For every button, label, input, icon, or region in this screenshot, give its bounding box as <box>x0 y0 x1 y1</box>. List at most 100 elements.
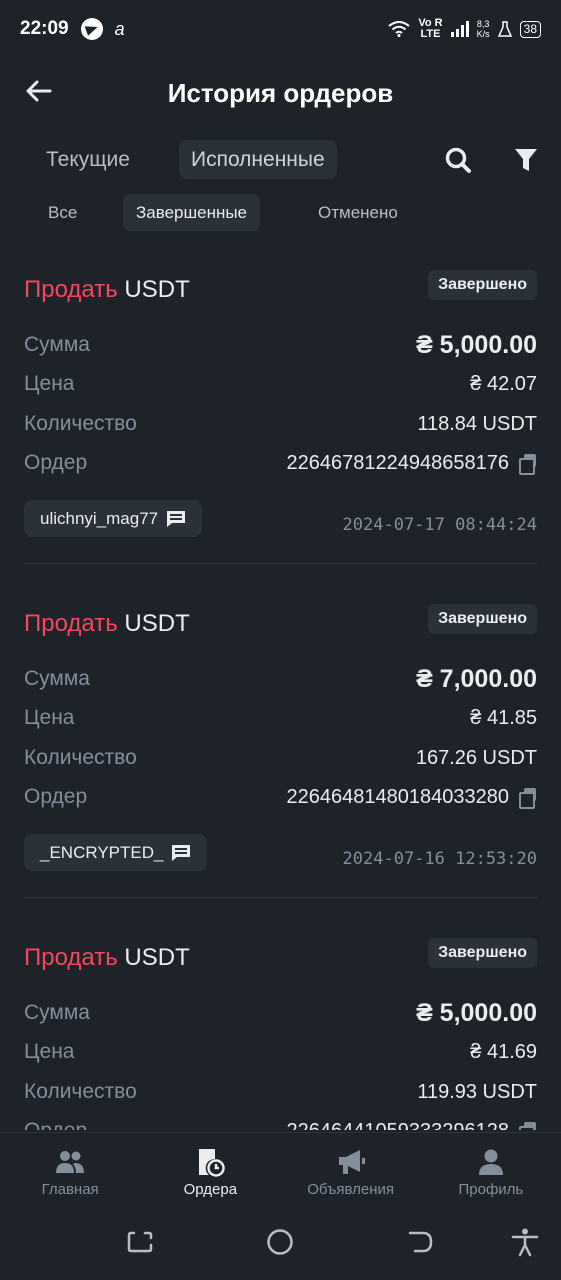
filter-button[interactable] <box>514 147 538 173</box>
price-row: Цена ₴ 41.69 <box>24 1037 537 1067</box>
back-button[interactable] <box>24 76 54 106</box>
status-time: 22:09 <box>20 18 69 39</box>
tab-current[interactable]: Текущие <box>34 140 142 179</box>
copy-icon[interactable] <box>519 454 537 475</box>
nav-label-orders: Ордера <box>183 1181 238 1198</box>
sum-value: ₴ 5,000.00 <box>416 998 537 1027</box>
counterparty-chip[interactable]: _ENCRYPTED_ <box>24 834 208 871</box>
price-row: Цена ₴ 41.85 <box>24 703 537 733</box>
status-badge: Завершено <box>428 604 537 634</box>
users-icon <box>56 1151 85 1173</box>
order-id-value: 22646481480184033280 <box>286 785 509 808</box>
price-value: ₴ 42.07 <box>470 372 537 395</box>
network-bottom: LTE <box>420 28 441 40</box>
sum-row: Сумма ₴ 5,000.00 <box>24 998 537 1028</box>
quantity-value: 119.93 USDT <box>417 1080 537 1103</box>
quantity-value: 118.84 USDT <box>417 412 537 435</box>
net-speed: 8,3 K/s <box>477 19 490 39</box>
counterparty-chip[interactable]: ulichnyi_mag77 <box>24 500 203 537</box>
back-nav-icon[interactable] <box>405 1227 435 1257</box>
nav-label-profile: Профиль <box>458 1181 524 1198</box>
order-id-row: Ордер 22646781224948658176 <box>24 448 537 478</box>
order-side-label: Продать <box>24 276 118 303</box>
order-timestamp: 2024-07-17 08:44:24 <box>342 515 537 535</box>
accessibility-icon[interactable] <box>510 1227 540 1257</box>
order-asset: USDT <box>124 610 190 637</box>
quantity-label: Количество <box>24 1080 137 1103</box>
price-label: Цена <box>24 372 75 395</box>
nav-item-profile[interactable]: Профиль <box>421 1133 561 1205</box>
network-type: Vo R LTE <box>418 18 442 40</box>
status-right: Vo R LTE 8,3 K/s 38 <box>388 18 541 40</box>
filter-icon <box>515 149 537 171</box>
sum-value: ₴ 5,000.00 <box>416 330 537 359</box>
tab-done[interactable]: Исполненные <box>179 140 337 179</box>
speed-value: 8,3 <box>476 19 490 29</box>
price-label: Цена <box>24 1040 75 1063</box>
subtab-all[interactable]: Все <box>35 194 90 231</box>
search-icon <box>445 147 471 173</box>
quantity-row: Количество 119.93 USDT <box>24 1077 537 1107</box>
quantity-label: Количество <box>24 746 137 769</box>
home-circle-icon[interactable] <box>265 1227 295 1257</box>
sum-label: Сумма <box>24 333 90 356</box>
status-bar: 22:09 a Vo R LTE 8,3 K/s 38 <box>0 0 561 58</box>
telegram-icon <box>80 18 103 40</box>
nav-label-ads: Объявления <box>307 1181 394 1198</box>
counterparty-name: ulichnyi_mag77 <box>40 508 159 528</box>
subtab-completed[interactable]: Завершенные <box>123 194 261 231</box>
order-id-label: Ордер <box>24 451 88 474</box>
order-asset: USDT <box>124 276 190 303</box>
sum-label: Сумма <box>24 1001 90 1024</box>
order-id-row: Ордер 22646481480184033280 <box>24 782 537 812</box>
megaphone-icon <box>338 1150 365 1174</box>
profile-icon <box>478 1149 503 1175</box>
quantity-row: Количество 167.26 USDT <box>24 743 537 773</box>
order-id-value: 22646441059333296128 <box>287 1120 509 1131</box>
status-left: 22:09 a <box>20 18 125 40</box>
order-id-label: Ордер <box>24 1119 87 1130</box>
orders-clock-icon <box>199 1149 226 1177</box>
order-card[interactable]: Продать USDT Завершено Сумма ₴ 5,000.00 … <box>0 918 561 1130</box>
app-header: История ордеров <box>0 58 561 128</box>
quantity-value: 167.26 USDT <box>415 746 537 769</box>
speed-unit: K/s <box>476 29 490 39</box>
divider <box>24 563 537 564</box>
order-card[interactable]: Продать USDT Завершено Сумма ₴ 5,000.00 … <box>0 250 561 584</box>
order-side: Продать USDT <box>24 944 190 972</box>
order-asset: USDT <box>124 944 190 971</box>
sum-value: ₴ 7,000.00 <box>416 664 537 693</box>
copy-icon[interactable] <box>519 788 537 809</box>
price-value: ₴ 41.85 <box>470 706 537 729</box>
counterparty-name: _ENCRYPTED_ <box>40 842 164 862</box>
order-id-value: 22646781224948658176 <box>286 451 509 474</box>
copy-icon[interactable] <box>519 1122 537 1130</box>
order-side: Продать USDT <box>24 276 190 304</box>
price-label: Цена <box>24 706 75 729</box>
order-side-label: Продать <box>24 944 118 971</box>
order-id-label: Ордер <box>24 785 88 808</box>
wifi-icon <box>388 21 410 37</box>
bottom-nav: Главная Ордера Объявления Профиль <box>0 1132 561 1205</box>
quantity-row: Количество 118.84 USDT <box>24 409 537 439</box>
status-badge: Завершено <box>428 938 537 968</box>
subtab-cancelled[interactable]: Отменено <box>305 194 411 231</box>
sum-row: Сумма ₴ 7,000.00 <box>24 664 537 694</box>
nav-item-home[interactable]: Главная <box>0 1133 140 1205</box>
page-title: История ордеров <box>167 77 394 108</box>
quantity-label: Количество <box>24 412 137 435</box>
alfa-bank-icon: a <box>114 18 125 39</box>
search-button[interactable] <box>444 146 472 174</box>
system-nav-bar <box>0 1205 561 1280</box>
nav-item-ads[interactable]: Объявления <box>281 1133 421 1205</box>
order-card[interactable]: Продать USDT Завершено Сумма ₴ 7,000.00 … <box>0 584 561 918</box>
orders-list[interactable]: Продать USDT Завершено Сумма ₴ 5,000.00 … <box>0 250 561 1130</box>
signal-icon <box>450 21 469 37</box>
recents-icon[interactable] <box>125 1227 155 1257</box>
nav-label-home: Главная <box>41 1181 99 1198</box>
order-id-group: 22646441059333296128 <box>287 1120 537 1131</box>
order-id-group: 22646781224948658176 <box>287 452 537 475</box>
status-subtabs: Все Завершенные Отменено <box>0 194 561 232</box>
nav-item-orders[interactable]: Ордера <box>140 1133 280 1205</box>
price-value: ₴ 41.69 <box>470 1040 537 1063</box>
